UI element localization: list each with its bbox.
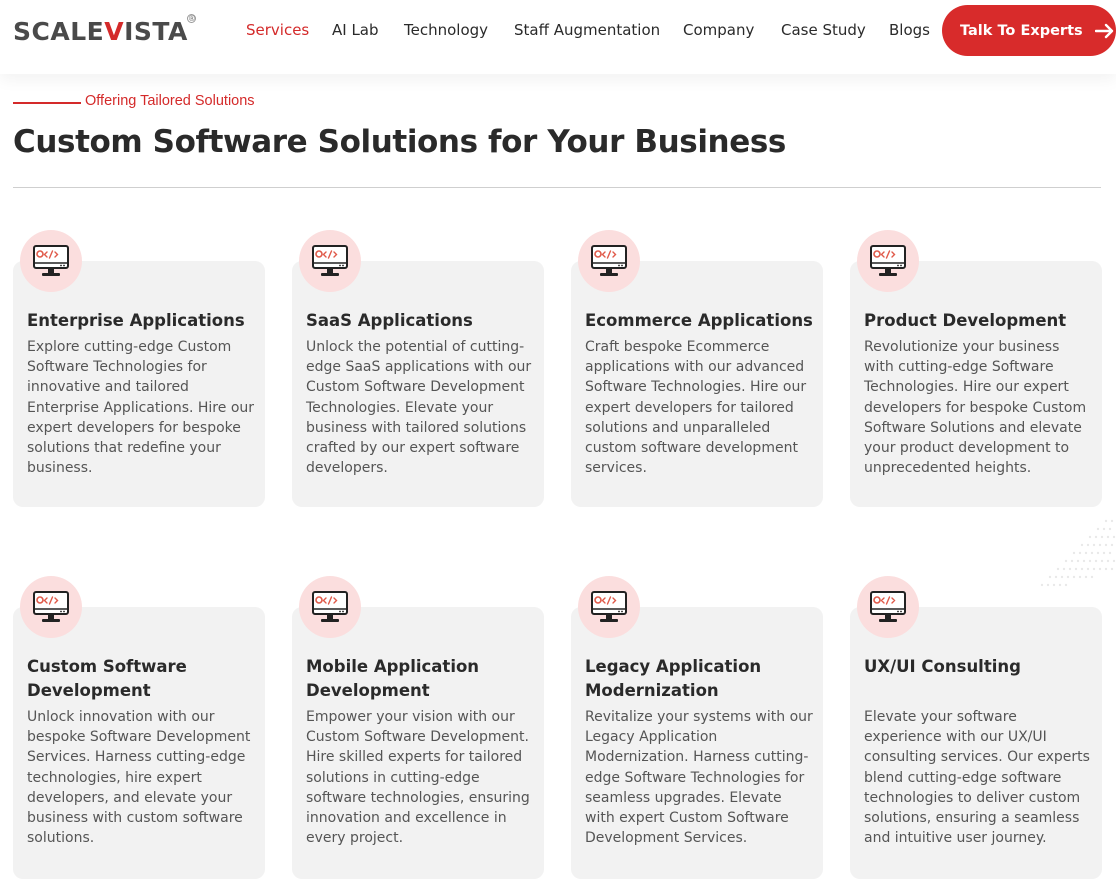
section-title: Custom Software Solutions for Your Busin…: [13, 124, 786, 160]
nav-case-study[interactable]: Case Study: [781, 21, 866, 39]
service-card-title: Mobile Application Development: [306, 657, 480, 700]
service-card-title: SaaS Applications: [306, 311, 473, 330]
service-card-title: Ecommerce Applications: [585, 311, 813, 330]
monitor-code-icon: [591, 245, 627, 276]
service-card-icon: [299, 230, 361, 292]
service-card[interactable]: Product Development Revolutionize your b…: [850, 261, 1102, 507]
decorative-dots: [1040, 519, 1116, 587]
service-card-icon: [857, 230, 919, 292]
service-card[interactable]: Enterprise Applications Explore cutting-…: [13, 261, 265, 507]
site-header: SCALEVISTA ® Services AI Lab Technology …: [0, 0, 1116, 74]
section-eyebrow: Offering Tailored Solutions: [85, 93, 255, 109]
service-card-title: Product Development: [864, 311, 1067, 330]
nav-company[interactable]: Company: [683, 21, 754, 39]
service-card-description: Elevate your software experience with ou…: [864, 709, 1090, 847]
service-card-description: Craft bespoke Ecommerce applications wit…: [585, 339, 807, 477]
service-card-title: Enterprise Applications: [27, 311, 245, 330]
service-card-description: Unlock the potential of cutting-edge Saa…: [306, 339, 532, 477]
service-card-icon: [578, 230, 640, 292]
monitor-code-icon: [33, 591, 69, 622]
service-card-icon: [578, 576, 640, 638]
service-card-description: Empower your vision with our Custom Soft…: [306, 709, 530, 847]
monitor-code-icon: [312, 591, 348, 622]
service-card[interactable]: Mobile Application Development Empower y…: [292, 607, 544, 879]
service-card-icon: [20, 576, 82, 638]
service-card-description: Explore cutting-edge Custom Software Tec…: [27, 339, 255, 477]
service-card-description: Unlock innovation with our bespoke Softw…: [27, 709, 251, 847]
monitor-code-icon: [870, 245, 906, 276]
service-card-title: UX/UI Consulting: [864, 657, 1021, 676]
service-card[interactable]: Custom Software Development Unlock innov…: [13, 607, 265, 879]
service-card[interactable]: UX/UI Consulting Elevate your software e…: [850, 607, 1102, 879]
nav-blogs[interactable]: Blogs: [889, 21, 930, 39]
service-card[interactable]: Legacy Application Modernization Revital…: [571, 607, 823, 879]
nav-ai-lab[interactable]: AI Lab: [332, 21, 379, 39]
service-card-description: Revolutionize your business with cutting…: [864, 339, 1087, 477]
section-divider: [13, 187, 1101, 188]
arrow-right-icon: [1094, 23, 1113, 38]
service-card-icon: [857, 576, 919, 638]
service-card[interactable]: Ecommerce Applications Craft bespoke Eco…: [571, 261, 823, 507]
monitor-code-icon: [312, 245, 348, 276]
talk-to-experts-button[interactable]: Talk To Experts: [942, 5, 1116, 56]
nav-technology[interactable]: Technology: [404, 21, 488, 39]
service-card-icon: [20, 230, 82, 292]
nav-staff-augmentation[interactable]: Staff Augmentation: [514, 21, 660, 39]
monitor-code-icon: [870, 591, 906, 622]
nav-services[interactable]: Services: [246, 21, 309, 39]
monitor-code-icon: [33, 245, 69, 276]
cta-label: Talk To Experts: [960, 22, 1083, 39]
eyebrow-line: [13, 102, 81, 104]
service-card-description: Revitalize your systems with our Legacy …: [585, 709, 813, 847]
service-card-title: Custom Software Development: [27, 657, 187, 700]
service-card-icon: [299, 576, 361, 638]
service-card[interactable]: SaaS Applications Unlock the potential o…: [292, 261, 544, 507]
monitor-code-icon: [591, 591, 627, 622]
service-card-title: Legacy Application Modernization: [585, 657, 762, 700]
